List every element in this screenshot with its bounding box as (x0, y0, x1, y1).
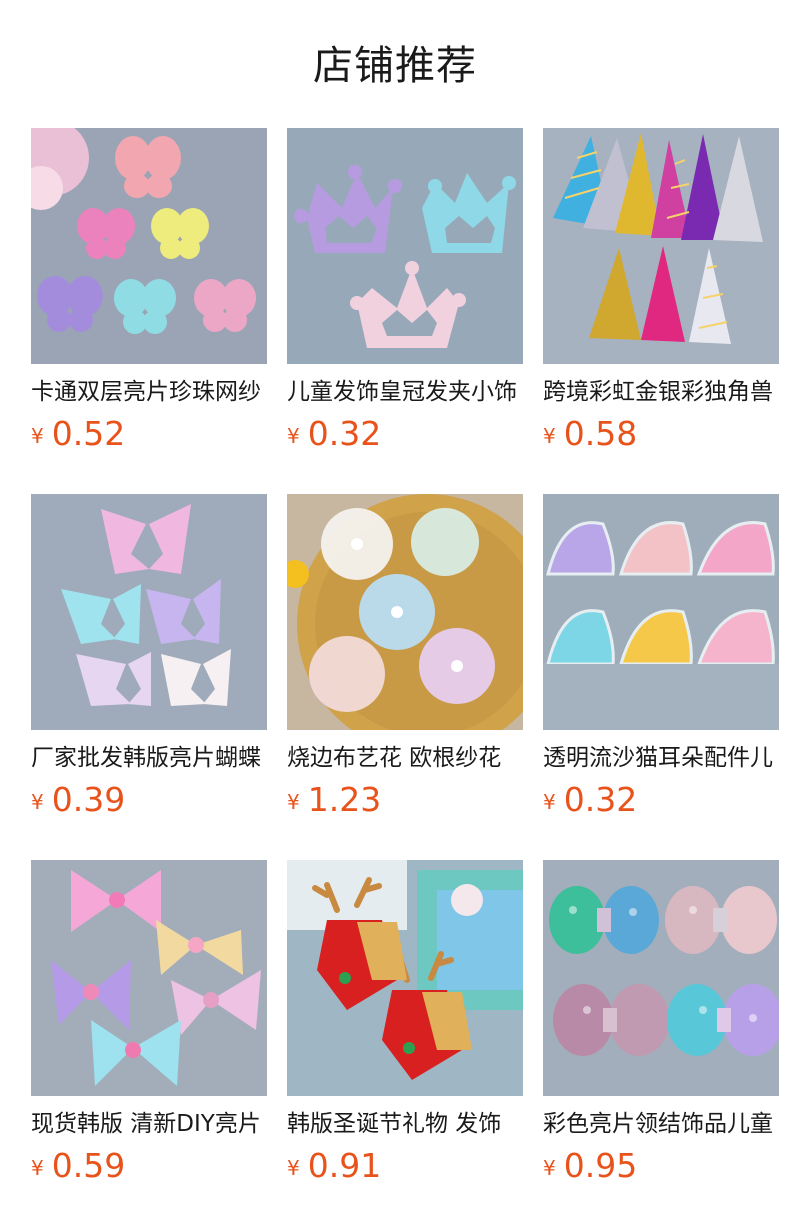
product-image[interactable] (31, 860, 267, 1096)
currency-symbol: ¥ (31, 424, 44, 448)
product-image[interactable] (287, 128, 523, 364)
currency-symbol: ¥ (287, 424, 300, 448)
price-value: 1.23 (307, 780, 382, 819)
currency-symbol: ¥ (31, 790, 44, 814)
product-image[interactable] (31, 494, 267, 730)
product-card[interactable]: 卡通双层亮片珍珠网纱 ¥0.52 (31, 128, 267, 454)
unicorn-horn-image (543, 128, 779, 364)
product-name[interactable]: 跨境彩虹金银彩独角兽 (543, 374, 779, 410)
price-value: 0.91 (307, 1146, 382, 1185)
product-name[interactable]: 彩色亮片领结饰品儿童 (543, 1106, 779, 1142)
price-value: 0.52 (51, 414, 126, 453)
product-name[interactable]: 韩版圣诞节礼物 发饰 (287, 1106, 523, 1142)
product-image[interactable] (287, 860, 523, 1096)
product-card[interactable]: 厂家批发韩版亮片蝴蝶 ¥0.39 (31, 494, 267, 820)
product-image[interactable] (31, 128, 267, 364)
product-name[interactable]: 儿童发饰皇冠发夹小饰 (287, 374, 523, 410)
currency-symbol: ¥ (543, 790, 556, 814)
product-image[interactable] (287, 494, 523, 730)
currency-symbol: ¥ (287, 1156, 300, 1180)
product-price: ¥0.58 (543, 414, 779, 454)
product-name[interactable]: 卡通双层亮片珍珠网纱 (31, 374, 267, 410)
product-card[interactable]: 现货韩版 清新DIY亮片 ¥0.59 (31, 860, 267, 1186)
product-card[interactable]: 儿童发饰皇冠发夹小饰 ¥0.32 (287, 128, 523, 454)
price-value: 0.95 (563, 1146, 638, 1185)
product-name[interactable]: 透明流沙猫耳朵配件儿 (543, 740, 779, 776)
product-price: ¥0.91 (287, 1146, 523, 1186)
sequin-bow-image (543, 860, 779, 1096)
cat-ear-shaker-image (543, 494, 779, 730)
product-price: ¥0.32 (543, 780, 779, 820)
product-card[interactable]: 韩版圣诞节礼物 发饰 ¥0.91 (287, 860, 523, 1186)
glitter-bow-image (31, 860, 267, 1096)
product-price: ¥0.52 (31, 414, 267, 454)
butterfly-patches-image (31, 128, 267, 364)
product-price: ¥0.39 (31, 780, 267, 820)
glitter-crown-image (287, 128, 523, 364)
product-name[interactable]: 厂家批发韩版亮片蝴蝶 (31, 740, 267, 776)
currency-symbol: ¥ (287, 790, 300, 814)
currency-symbol: ¥ (543, 1156, 556, 1180)
price-value: 0.59 (51, 1146, 126, 1185)
product-image[interactable] (543, 860, 779, 1096)
price-value: 0.39 (51, 780, 126, 819)
product-card[interactable]: 彩色亮片领结饰品儿童 ¥0.95 (543, 860, 779, 1186)
christmas-antler-bow-image (287, 860, 523, 1096)
product-card[interactable]: 透明流沙猫耳朵配件儿 ¥0.32 (543, 494, 779, 820)
price-value: 0.58 (563, 414, 638, 453)
page-title: 店铺推荐 (313, 43, 477, 89)
organza-flower-image (287, 494, 523, 730)
product-name[interactable]: 烧边布艺花 欧根纱花 (287, 740, 523, 776)
product-card[interactable]: 烧边布艺花 欧根纱花 ¥1.23 (287, 494, 523, 820)
product-price: ¥0.32 (287, 414, 523, 454)
product-card[interactable]: 跨境彩虹金银彩独角兽 ¥0.58 (543, 128, 779, 454)
glitter-butterfly-image (31, 494, 267, 730)
price-value: 0.32 (563, 780, 638, 819)
currency-symbol: ¥ (31, 1156, 44, 1180)
product-image[interactable] (543, 494, 779, 730)
currency-symbol: ¥ (543, 424, 556, 448)
product-price: ¥0.59 (31, 1146, 267, 1186)
product-price: ¥0.95 (543, 1146, 779, 1186)
product-image[interactable] (543, 128, 779, 364)
product-price: ¥1.23 (287, 780, 523, 820)
price-value: 0.32 (307, 414, 382, 453)
product-name[interactable]: 现货韩版 清新DIY亮片 (31, 1106, 267, 1142)
